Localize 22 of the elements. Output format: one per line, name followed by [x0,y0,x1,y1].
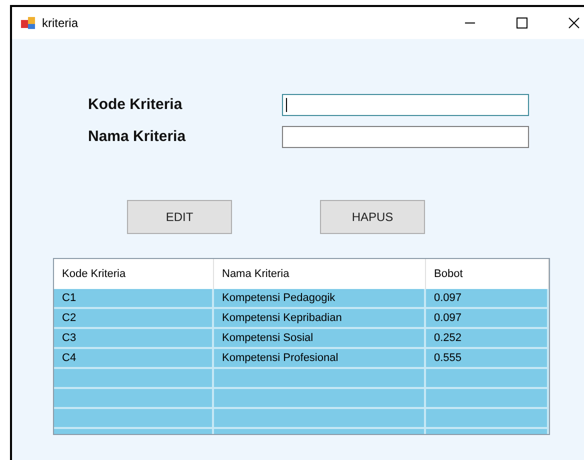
field-label: Nama Kriteria [88,126,187,146]
app-icon [20,15,36,31]
action-button[interactable]: EDIT [127,200,232,234]
maximize-icon[interactable] [516,17,528,29]
input-field[interactable] [282,126,529,148]
table-cell: C1 [54,289,214,307]
table-cell: 0.252 [426,329,549,347]
field-label: Kode Kriteria [88,95,184,115]
input-field[interactable] [282,94,529,116]
action-button[interactable]: HAPUS [320,200,425,234]
table-cell: Kompetensi Profesional [214,349,426,367]
table-cell: 0.097 [426,309,549,327]
window-title: kriteria [42,15,78,32]
table-cell: 0.555 [426,349,549,367]
table-cell: 0.097 [426,289,549,307]
table-cell: C4 [54,349,214,367]
table-cell: C2 [54,309,214,327]
table-cell: Kompetensi Kepribadian [214,309,426,327]
table-cell: Kompetensi Pedagogik [214,289,426,307]
close-icon[interactable] [568,17,580,29]
table-cell: Kompetensi Sosial [214,329,426,347]
table-cell: C3 [54,329,214,347]
